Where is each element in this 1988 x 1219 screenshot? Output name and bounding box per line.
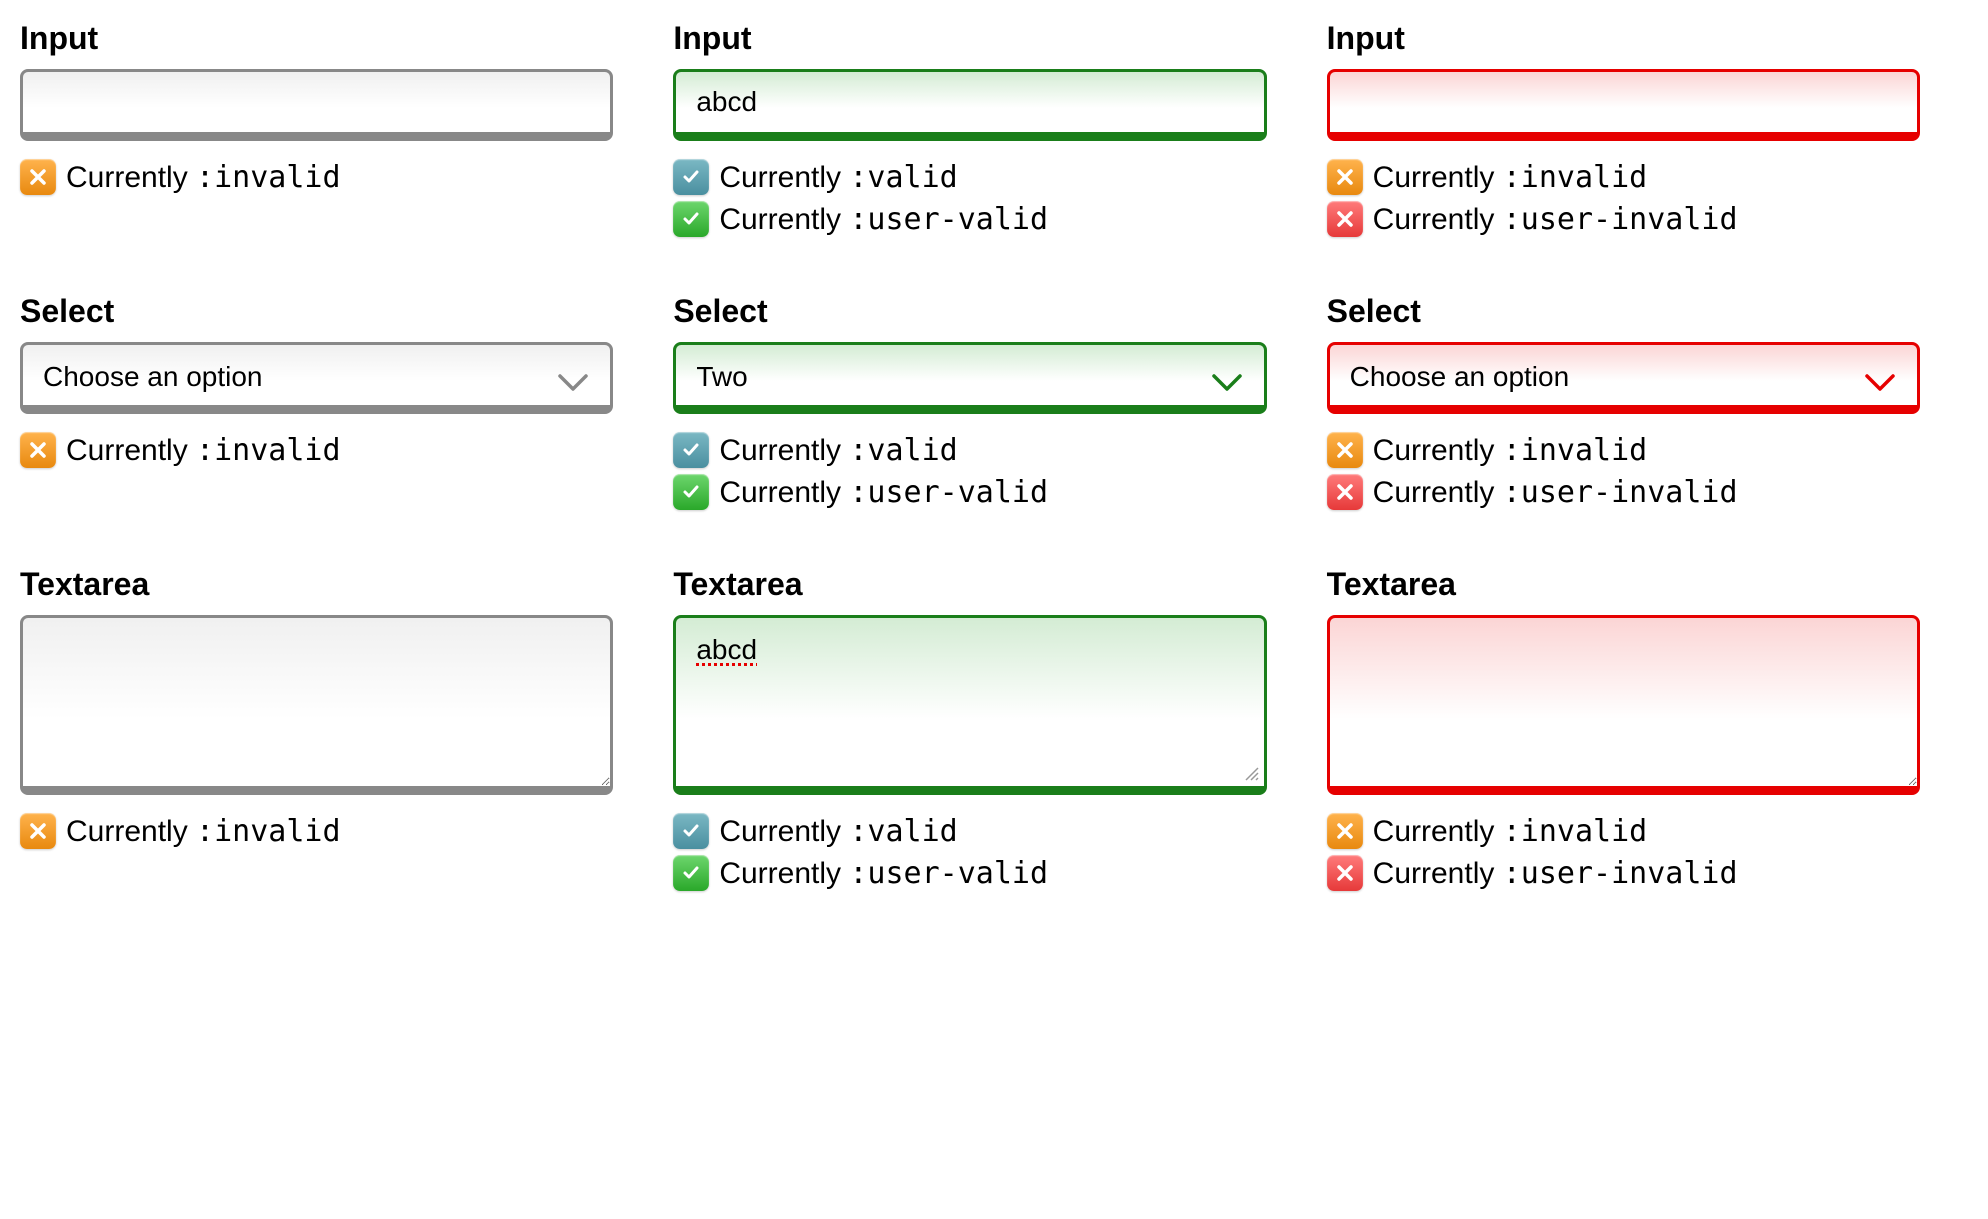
select-label: Select bbox=[673, 293, 1266, 330]
select-label: Select bbox=[20, 293, 613, 330]
select-wrapper: Choose an option bbox=[20, 342, 613, 414]
status-invalid: Currently :invalid bbox=[1327, 813, 1920, 849]
select-cell-valid: Select Two Currently :valid Currently :u… bbox=[673, 293, 1266, 516]
select-neutral[interactable]: Choose an option bbox=[20, 342, 613, 414]
input-label: Input bbox=[20, 20, 613, 57]
x-orange-icon bbox=[20, 813, 56, 849]
status-valid: Currently :valid bbox=[673, 432, 1266, 468]
check-green-icon bbox=[673, 474, 709, 510]
status-text: Currently :invalid bbox=[1373, 433, 1648, 468]
resize-handle-icon[interactable] bbox=[1244, 766, 1260, 782]
x-orange-icon bbox=[1327, 159, 1363, 195]
select-label: Select bbox=[1327, 293, 1920, 330]
status-text: Currently :user-valid bbox=[719, 856, 1048, 891]
status-text: Currently :user-invalid bbox=[1373, 856, 1738, 891]
input-cell-invalid: Input Currently :invalid Currently :user… bbox=[1327, 20, 1920, 243]
status-user-invalid: Currently :user-invalid bbox=[1327, 201, 1920, 237]
x-orange-icon bbox=[1327, 432, 1363, 468]
status-user-valid: Currently :user-valid bbox=[673, 201, 1266, 237]
textarea-label: Textarea bbox=[673, 566, 1266, 603]
status-invalid: Currently :invalid bbox=[1327, 432, 1920, 468]
input-cell-neutral: Input Currently :invalid bbox=[20, 20, 613, 243]
status-text: Currently :invalid bbox=[66, 160, 341, 195]
textarea-label: Textarea bbox=[1327, 566, 1920, 603]
form-validation-grid: Input Currently :invalid Input Currently… bbox=[20, 20, 1920, 897]
select-wrapper: Two bbox=[673, 342, 1266, 414]
input-cell-valid: Input Currently :valid Currently :user-v… bbox=[673, 20, 1266, 243]
select-invalid[interactable]: Choose an option bbox=[1327, 342, 1920, 414]
status-valid: Currently :valid bbox=[673, 159, 1266, 195]
check-teal-icon bbox=[673, 432, 709, 468]
status-text: Currently :invalid bbox=[1373, 814, 1648, 849]
text-input-valid[interactable] bbox=[673, 69, 1266, 141]
textarea-label: Textarea bbox=[20, 566, 613, 603]
select-cell-invalid: Select Choose an option Currently :inval… bbox=[1327, 293, 1920, 516]
status-text: Currently :user-invalid bbox=[1373, 202, 1738, 237]
textarea-content: abcd bbox=[696, 634, 757, 665]
status-text: Currently :invalid bbox=[1373, 160, 1648, 195]
x-orange-icon bbox=[1327, 813, 1363, 849]
status-text: Currently :invalid bbox=[66, 814, 341, 849]
textarea-cell-invalid: Textarea Currently :invalid Currently :u… bbox=[1327, 566, 1920, 897]
status-text: Currently :valid bbox=[719, 814, 957, 849]
status-text: Currently :user-valid bbox=[719, 202, 1048, 237]
check-teal-icon bbox=[673, 159, 709, 195]
textarea-cell-neutral: Textarea Currently :invalid bbox=[20, 566, 613, 897]
status-text: Currently :user-invalid bbox=[1373, 475, 1738, 510]
input-label: Input bbox=[1327, 20, 1920, 57]
select-cell-neutral: Select Choose an option Currently :inval… bbox=[20, 293, 613, 516]
text-input-neutral[interactable] bbox=[20, 69, 613, 141]
status-invalid: Currently :invalid bbox=[20, 159, 613, 195]
check-teal-icon bbox=[673, 813, 709, 849]
status-text: Currently :user-valid bbox=[719, 475, 1048, 510]
x-orange-icon bbox=[20, 432, 56, 468]
status-invalid: Currently :invalid bbox=[1327, 159, 1920, 195]
status-valid: Currently :valid bbox=[673, 813, 1266, 849]
textarea-valid[interactable]: abcd bbox=[673, 615, 1266, 795]
x-orange-icon bbox=[20, 159, 56, 195]
textarea-neutral[interactable] bbox=[20, 615, 613, 795]
textarea-cell-valid: Textarea abcd Currently :valid Currently… bbox=[673, 566, 1266, 897]
x-red-icon bbox=[1327, 201, 1363, 237]
select-valid[interactable]: Two bbox=[673, 342, 1266, 414]
status-invalid: Currently :invalid bbox=[20, 813, 613, 849]
text-input-invalid[interactable] bbox=[1327, 69, 1920, 141]
check-green-icon bbox=[673, 855, 709, 891]
status-user-invalid: Currently :user-invalid bbox=[1327, 855, 1920, 891]
status-invalid: Currently :invalid bbox=[20, 432, 613, 468]
status-text: Currently :valid bbox=[719, 433, 957, 468]
x-red-icon bbox=[1327, 474, 1363, 510]
select-wrapper: Choose an option bbox=[1327, 342, 1920, 414]
status-text: Currently :valid bbox=[719, 160, 957, 195]
status-user-valid: Currently :user-valid bbox=[673, 855, 1266, 891]
status-text: Currently :invalid bbox=[66, 433, 341, 468]
textarea-invalid[interactable] bbox=[1327, 615, 1920, 795]
x-red-icon bbox=[1327, 855, 1363, 891]
check-green-icon bbox=[673, 201, 709, 237]
status-user-valid: Currently :user-valid bbox=[673, 474, 1266, 510]
status-user-invalid: Currently :user-invalid bbox=[1327, 474, 1920, 510]
input-label: Input bbox=[673, 20, 1266, 57]
